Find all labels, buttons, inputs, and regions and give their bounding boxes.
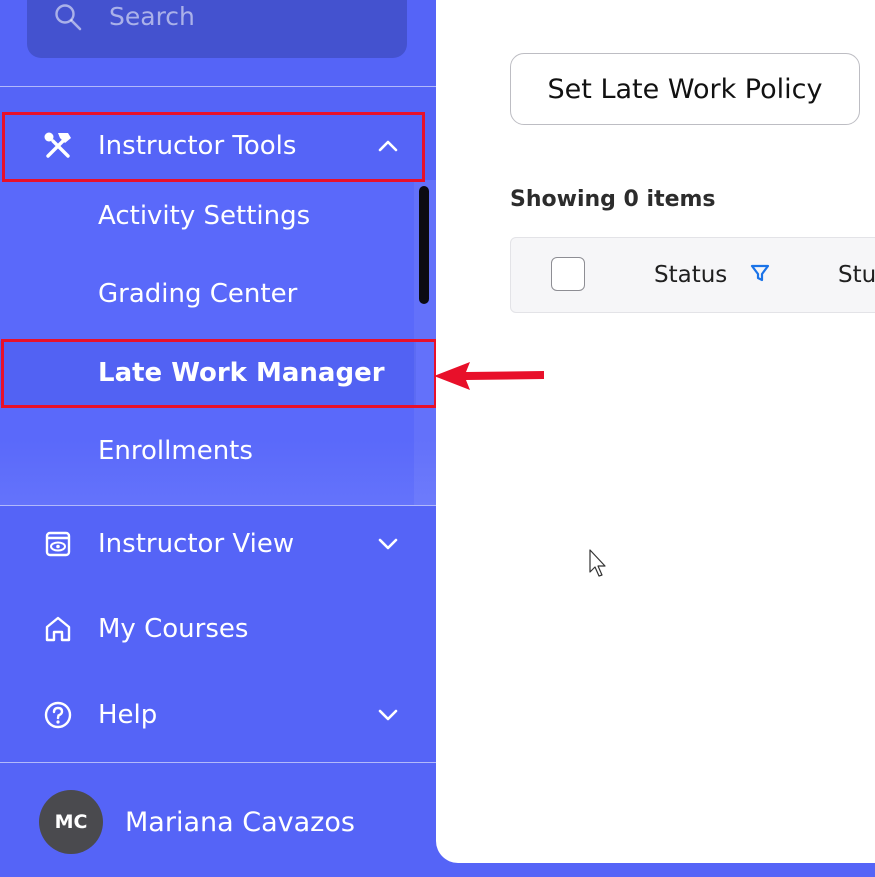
instructor-tools-submenu: Activity Settings Grading Center Late Wo… xyxy=(0,180,436,505)
avatar[interactable]: MC xyxy=(39,790,103,854)
submenu-item-label: Activity Settings xyxy=(98,201,311,231)
sidebar-divider xyxy=(0,86,436,87)
chevron-down-icon[interactable] xyxy=(375,531,401,557)
submenu-item-enrollments[interactable]: Enrollments xyxy=(0,419,416,483)
submenu-scrollbar-thumb[interactable] xyxy=(419,186,429,304)
submenu-item-label: Grading Center xyxy=(98,279,298,309)
submenu-item-late-work-manager[interactable]: Late Work Manager xyxy=(0,341,416,405)
chevron-up-icon[interactable] xyxy=(375,133,401,159)
submenu-item-grading-center[interactable]: Grading Center xyxy=(0,262,416,326)
sidebar-item-help[interactable]: Help xyxy=(0,681,436,749)
eye-icon xyxy=(45,531,71,557)
column-header-student[interactable]: Stu xyxy=(838,262,875,288)
help-icon xyxy=(44,701,72,729)
user-name: Mariana Cavazos xyxy=(125,807,355,838)
submenu-item-label: Enrollments xyxy=(98,436,253,466)
table-header: Status Stu xyxy=(510,237,875,313)
sidebar-item-instructor-view[interactable]: Instructor View xyxy=(0,510,436,578)
set-late-work-policy-button[interactable]: Set Late Work Policy xyxy=(510,53,860,125)
sidebar-item-my-courses[interactable]: My Courses xyxy=(0,595,436,663)
home-icon xyxy=(45,616,71,642)
column-header-status[interactable]: Status xyxy=(654,262,727,288)
sidebar-item-label: Instructor Tools xyxy=(98,131,297,161)
sidebar-divider xyxy=(0,505,436,506)
select-all-checkbox[interactable] xyxy=(551,257,585,291)
sidebar-item-label: Help xyxy=(98,700,158,730)
chevron-down-icon[interactable] xyxy=(375,702,401,728)
user-profile[interactable]: MC Mariana Cavazos xyxy=(0,778,436,877)
submenu-item-label: Late Work Manager xyxy=(98,358,385,388)
sidebar-divider xyxy=(0,762,436,763)
sidebar: Search Instructor Tools Activity Setting… xyxy=(0,0,437,877)
app-root: Search Instructor Tools Activity Setting… xyxy=(0,0,875,877)
submenu-item-activity-settings[interactable]: Activity Settings xyxy=(0,184,416,248)
sidebar-item-instructor-tools[interactable]: Instructor Tools xyxy=(0,112,436,180)
filter-icon[interactable] xyxy=(749,262,771,284)
tools-icon xyxy=(44,132,71,158)
search-input[interactable]: Search xyxy=(109,2,195,32)
sidebar-item-label: Instructor View xyxy=(98,529,295,559)
sidebar-item-label: My Courses xyxy=(98,614,249,644)
main-panel: Set Late Work Policy Showing 0 items Sta… xyxy=(436,0,875,863)
search-box[interactable]: Search xyxy=(27,0,407,58)
items-count: Showing 0 items xyxy=(510,187,716,212)
search-icon xyxy=(55,4,82,31)
